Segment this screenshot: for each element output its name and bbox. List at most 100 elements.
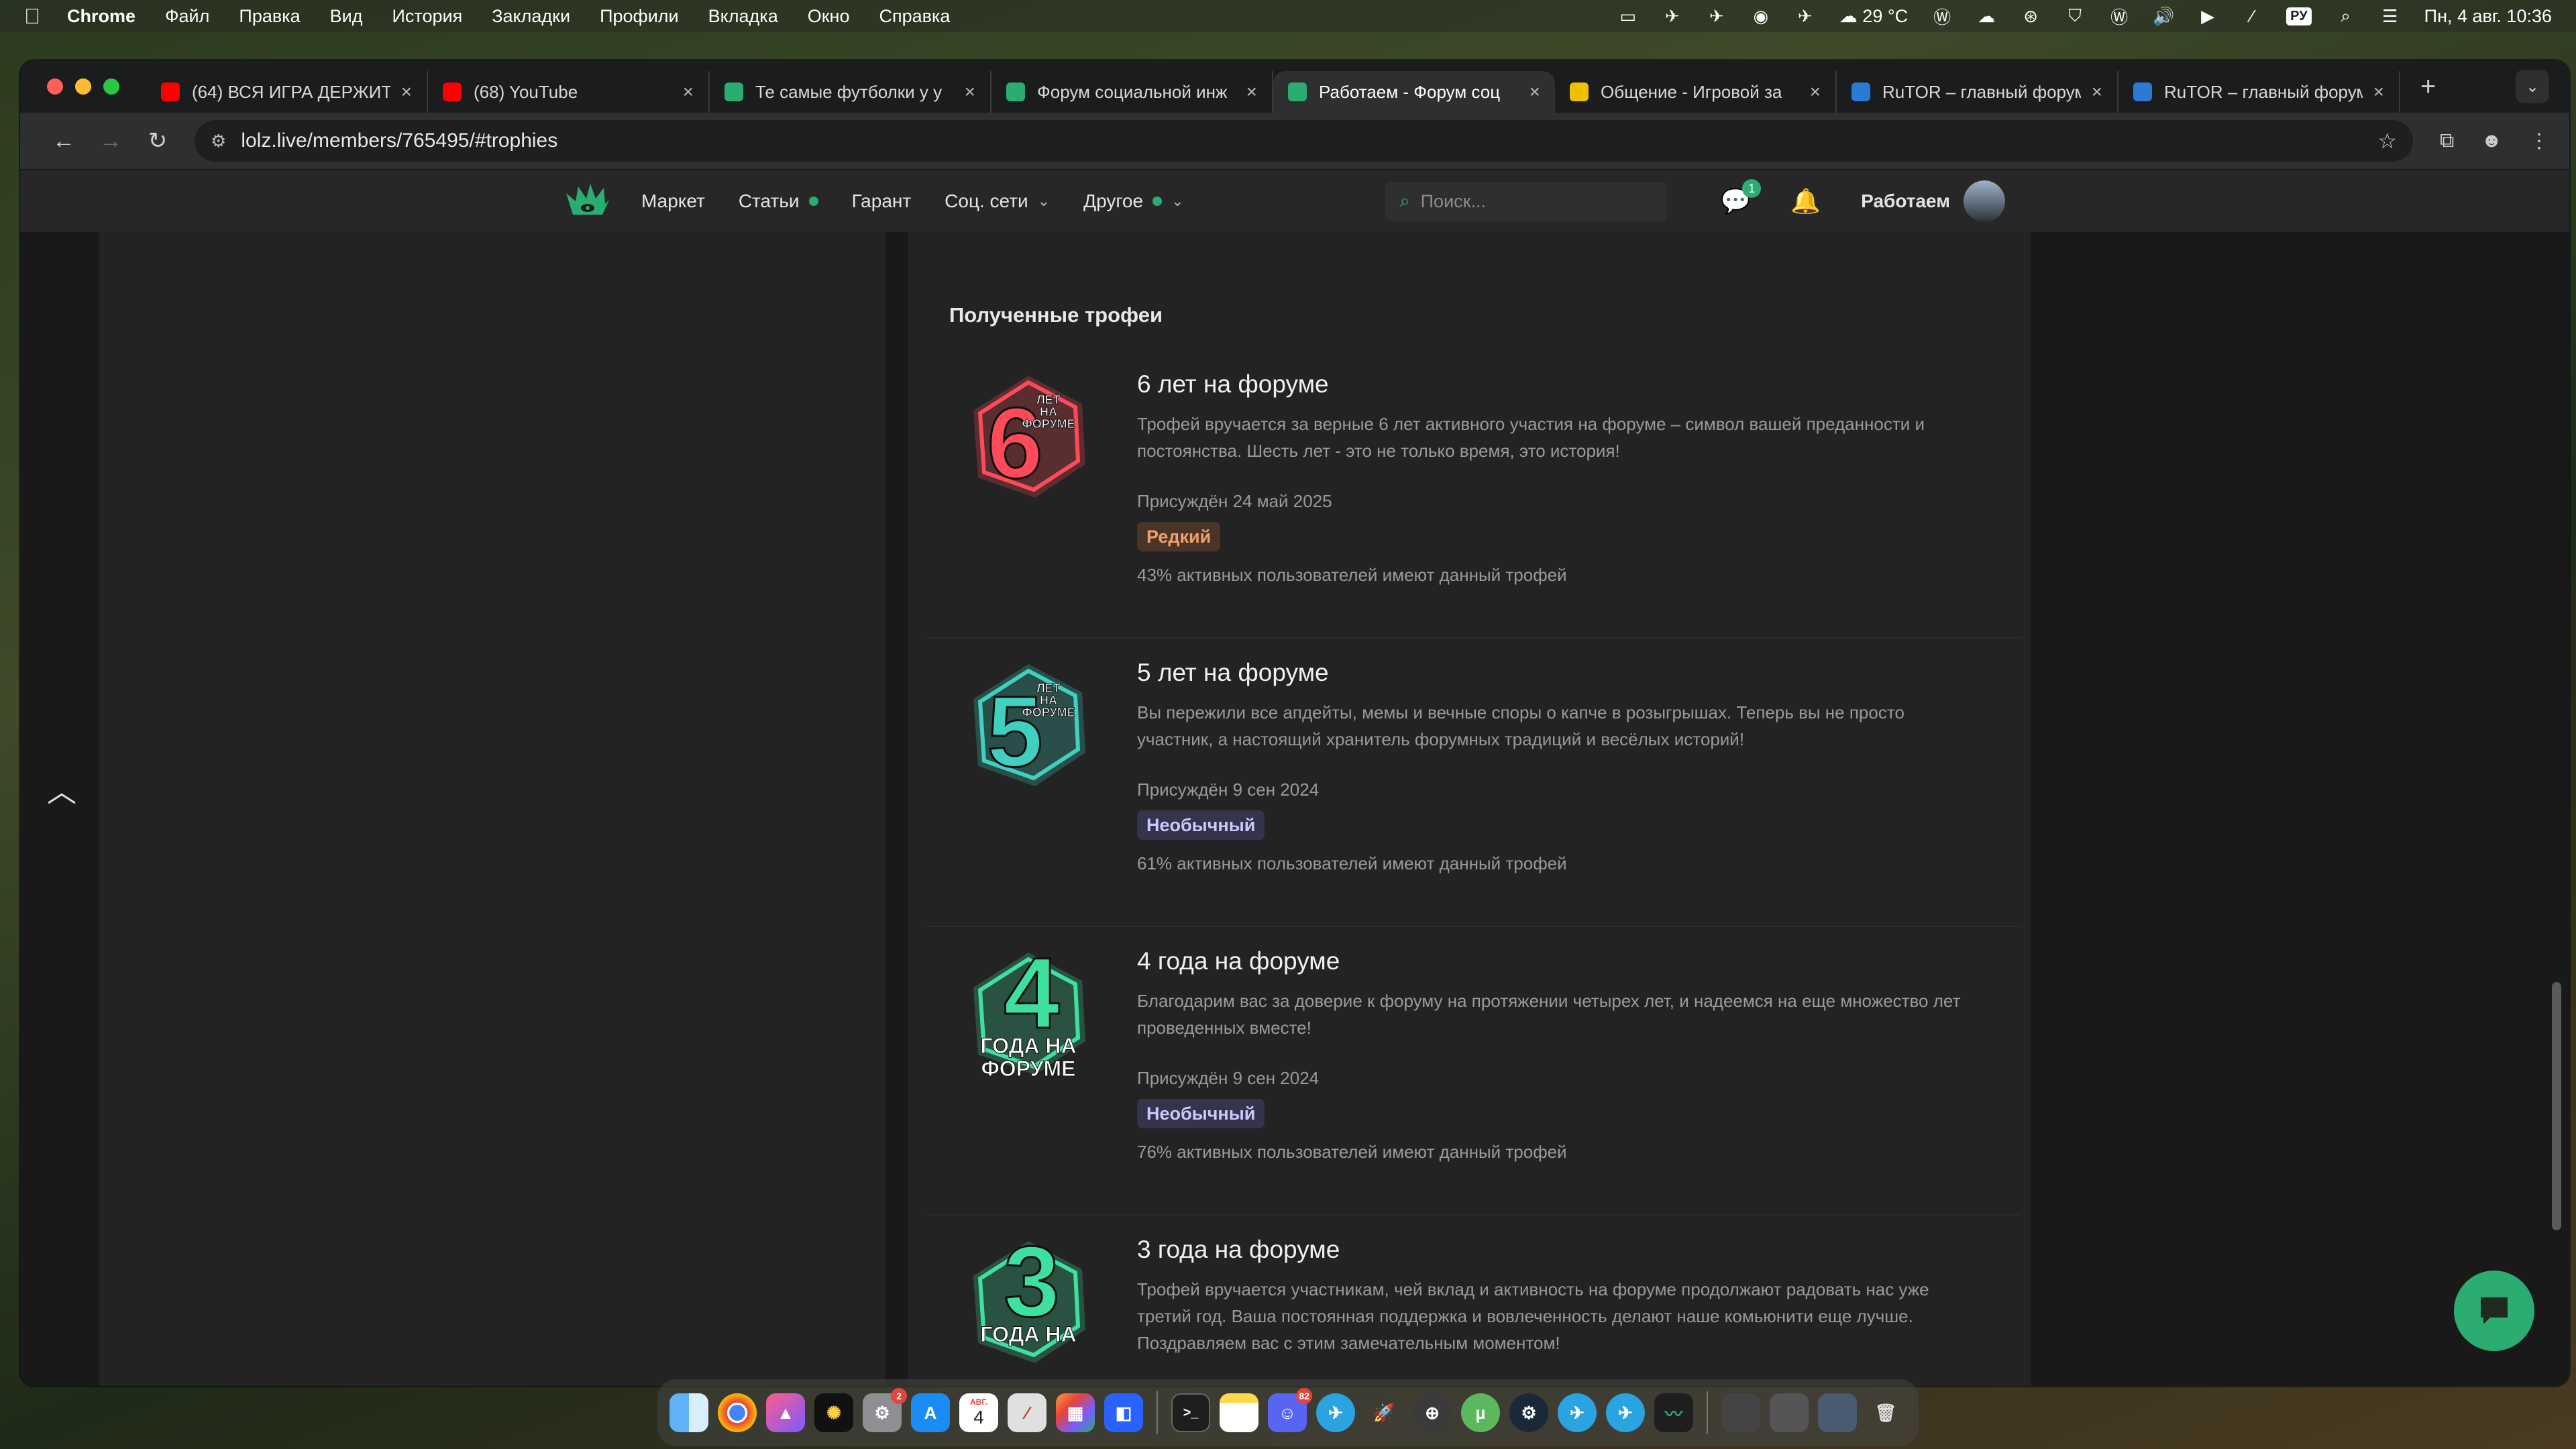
weather-status[interactable]: ☁ 29 °C (1839, 6, 1908, 27)
recent-window-thumbnail[interactable] (1721, 1393, 1760, 1432)
utorrent-icon[interactable]: µ (1461, 1393, 1500, 1432)
browser-tab[interactable]: RuTOR – главный форум × (2118, 71, 2400, 113)
chrome-icon[interactable] (718, 1393, 757, 1432)
page-scrollbar[interactable] (2552, 982, 2561, 1230)
close-tab-icon[interactable]: × (965, 81, 975, 103)
chat-button[interactable] (2454, 1271, 2534, 1351)
browser-tab[interactable]: Общение - Игровой за × (1555, 71, 1837, 113)
site-nav-item[interactable]: Статьи (739, 191, 818, 212)
terminal-icon[interactable]: >_ (1171, 1393, 1210, 1432)
app-status-icon[interactable]: ◉ (1751, 6, 1771, 26)
telegram-status-icon[interactable]: ✈ (1662, 6, 1682, 26)
play-icon[interactable]: ▶ (2198, 6, 2218, 26)
close-tab-icon[interactable]: × (1810, 81, 1821, 103)
forward-button[interactable]: → (87, 128, 134, 154)
tab-search-button[interactable]: ⌄ (2516, 70, 2549, 103)
bookmark-star-icon[interactable]: ☆ (2377, 128, 2397, 154)
menu-item-view[interactable]: Вид (330, 6, 363, 27)
input-language-badge[interactable]: РУ (2286, 7, 2312, 25)
site-nav-item[interactable]: Гарант (852, 191, 912, 212)
profile-icon[interactable]: ☻ (2481, 129, 2502, 152)
browser-tab[interactable]: Те самые футболки у у × (710, 71, 991, 113)
menu-item-bookmarks[interactable]: Закладки (492, 6, 570, 27)
steam-icon[interactable]: ⚙ (1509, 1393, 1548, 1432)
browser-tab[interactable]: (64) ВСЯ ИГРА ДЕРЖИТ × (146, 71, 428, 113)
discord-icon[interactable]: ☺ 82 (1268, 1388, 1312, 1432)
site-info-icon[interactable]: ⚙ (211, 131, 226, 152)
menubar-clock[interactable]: Пн, 4 авг. 10:36 (2424, 6, 2552, 27)
zoom-window-button[interactable] (103, 78, 119, 95)
bluetooth-off-icon[interactable]: ⁄ (2242, 6, 2262, 26)
vpn-app-icon[interactable]: ▲ (766, 1393, 805, 1432)
telegram-status-icon-3[interactable]: ✈ (1795, 6, 1815, 26)
scroll-to-top-chevron-icon[interactable]: ︿ (47, 767, 76, 810)
trophy-badge-icon: 5ЛЕТНАФОРУМЕ (973, 664, 1085, 789)
telegram-icon[interactable]: ✈ (1316, 1393, 1355, 1432)
recent-window-thumbnail-3[interactable] (1818, 1393, 1857, 1432)
menu-item-history[interactable]: История (392, 6, 462, 27)
avatar[interactable] (1963, 180, 2005, 222)
volume-icon[interactable]: 🔊 (2153, 6, 2174, 26)
app-store-icon[interactable]: A (911, 1393, 950, 1432)
close-tab-icon[interactable]: × (683, 81, 694, 103)
close-window-button[interactable] (47, 78, 63, 95)
pen-app-icon[interactable]: ⁄ (1008, 1393, 1046, 1432)
notes-icon[interactable] (1220, 1393, 1258, 1432)
telegram-icon-3[interactable]: ✈ (1606, 1393, 1645, 1432)
control-center-icon[interactable]: ☰ (2380, 6, 2400, 26)
menu-item-help[interactable]: Справка (879, 6, 950, 27)
wordpress-icon-2[interactable]: Ⓦ (2109, 6, 2129, 28)
menu-item-file[interactable]: Файл (165, 6, 209, 27)
apple-menu-icon[interactable]:  (24, 4, 40, 29)
sparkle-app-icon[interactable]: ✺ (814, 1393, 853, 1432)
browser-tab[interactable]: (68) YouTube × (428, 71, 710, 113)
close-tab-icon[interactable]: × (2092, 81, 2102, 103)
trash-icon[interactable]: 🗑 (1866, 1393, 1905, 1432)
spotlight-search-icon[interactable]: ⌕ (2336, 5, 2356, 26)
close-tab-icon[interactable]: × (401, 81, 412, 103)
system-settings-icon[interactable]: ⚙ 2 (863, 1388, 907, 1432)
close-tab-icon[interactable]: × (1246, 81, 1257, 103)
browser-tab[interactable]: RuTOR – главный форум × (1837, 71, 2118, 113)
reload-button[interactable]: ↻ (134, 127, 181, 154)
browser-tab[interactable]: Работаем - Форум соц × (1273, 71, 1555, 113)
site-nav-item[interactable]: Другое ⌄ (1083, 191, 1183, 212)
close-tab-icon[interactable]: × (1529, 81, 1540, 103)
site-logo-icon[interactable] (564, 181, 612, 221)
cloud-app-icon[interactable]: ☁ (1976, 6, 1996, 26)
site-nav-item[interactable]: Маркет (641, 191, 705, 212)
vpn-icon[interactable]: ⊛ (2021, 6, 2041, 26)
notifications-bell-icon[interactable]: 🔔 (1790, 187, 1821, 215)
menu-item-window[interactable]: Окно (808, 6, 850, 27)
rocket-app-icon[interactable]: 🚀 (1364, 1393, 1403, 1432)
menu-app-name[interactable]: Chrome (67, 6, 136, 27)
minimize-window-button[interactable] (75, 78, 91, 95)
steamvr-app-icon[interactable]: ⊕ (1413, 1393, 1452, 1432)
browser-tab[interactable]: Форум социальной инж × (991, 71, 1273, 113)
finder-icon[interactable] (669, 1393, 708, 1432)
trophy-name: 4 года на форуме (1137, 947, 1340, 975)
extensions-icon[interactable]: ⧉ (2440, 129, 2454, 152)
telegram-icon-2[interactable]: ✈ (1558, 1393, 1597, 1432)
calendar-icon[interactable]: АВГ. 4 (959, 1393, 998, 1432)
launchpad-icon[interactable]: ▦ (1056, 1393, 1095, 1432)
menu-item-edit[interactable]: Правка (239, 6, 300, 27)
messages-icon[interactable]: 💬 1 (1721, 179, 1762, 215)
browser-menu-icon[interactable]: ⋮ (2529, 129, 2549, 153)
screen-icon[interactable]: ▭ (1618, 6, 1638, 26)
site-search-input[interactable]: ⌕ Поиск... (1385, 182, 1667, 221)
recent-window-thumbnail-2[interactable] (1770, 1393, 1809, 1432)
telegram-status-icon-2[interactable]: ✈ (1707, 6, 1727, 26)
new-tab-button[interactable]: + (2420, 72, 2436, 102)
user-menu[interactable]: Работаем (1861, 180, 2005, 222)
wordpress-icon[interactable]: Ⓦ (1932, 6, 1952, 28)
menu-item-tab[interactable]: Вкладка (708, 6, 778, 27)
remote-app-icon[interactable]: ◧ (1104, 1393, 1143, 1432)
close-tab-icon[interactable]: × (2373, 81, 2384, 103)
activity-monitor-icon[interactable]: 〰 (1654, 1393, 1693, 1432)
shield-icon[interactable]: ⛉ (2065, 5, 2085, 26)
address-bar[interactable]: ⚙ lolz.live/members/765495/#trophies ☆ (195, 120, 2413, 162)
back-button[interactable]: ← (40, 128, 87, 154)
site-nav-item[interactable]: Соц. сети ⌄ (945, 191, 1050, 212)
menu-item-profiles[interactable]: Профили (600, 6, 679, 27)
